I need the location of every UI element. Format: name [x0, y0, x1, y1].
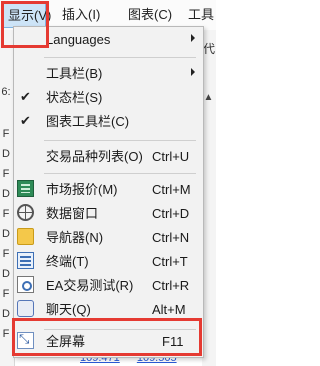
- submenu-arrow-icon: [191, 34, 195, 42]
- menu-item-terminal[interactable]: 终端(T) Ctrl+T: [14, 250, 203, 274]
- menu-charts[interactable]: 图表(C): [128, 5, 172, 25]
- menu-item-label: 工具栏(B): [46, 66, 103, 81]
- background-char: F: [2, 208, 10, 220]
- checkmark-icon: ✔: [20, 113, 31, 128]
- navigator-icon: [17, 228, 34, 245]
- menu-item-label: 导航器(N): [46, 230, 104, 245]
- background-char: F: [2, 248, 10, 260]
- menu-item-label: 交易品种列表(O): [46, 149, 143, 164]
- menu-item-symbols[interactable]: 交易品种列表(O) Ctrl+U: [14, 145, 203, 169]
- menu-item-shortcut: Ctrl+D: [152, 206, 190, 221]
- fullscreen-highlight-box: [12, 318, 202, 356]
- menu-separator: [44, 140, 196, 141]
- menu-item-charts-toolbar[interactable]: ✔ 图表工具栏(C): [14, 110, 203, 134]
- menu-item-label: Languages: [46, 32, 111, 47]
- menu-insert[interactable]: 插入(I): [62, 5, 100, 25]
- menu-item-toolbars[interactable]: 工具栏(B): [14, 62, 203, 86]
- menu-item-label: 市场报价(M): [46, 182, 118, 197]
- menu-tools[interactable]: 工具: [188, 5, 214, 25]
- menu-item-shortcut: Ctrl+T: [152, 254, 188, 269]
- background-char: D: [2, 268, 10, 280]
- background-char: F: [2, 168, 10, 180]
- background-char: 6:: [1, 86, 11, 98]
- menu-item-shortcut: Ctrl+U: [152, 149, 190, 164]
- background-char: D: [2, 148, 10, 160]
- menu-item-label: 数据窗口: [46, 206, 99, 221]
- background-char: D: [2, 188, 10, 200]
- menu-item-navigator[interactable]: 导航器(N) Ctrl+N: [14, 226, 203, 250]
- view-menu-highlight-box: [1, 1, 49, 48]
- menu-item-label: 状态栏(S): [46, 90, 103, 105]
- strategy-tester-icon: [17, 276, 34, 293]
- background-char: D: [2, 308, 10, 320]
- menu-item-shortcut: Alt+M: [152, 302, 186, 317]
- terminal-icon: [17, 252, 34, 269]
- menu-item-strategy-tester[interactable]: EA交易测试(R) Ctrl+R: [14, 274, 203, 298]
- menu-item-data-window[interactable]: 数据窗口 Ctrl+D: [14, 202, 203, 226]
- menu-item-shortcut: Ctrl+M: [152, 182, 191, 197]
- background-char: D: [2, 228, 10, 240]
- market-watch-icon: [17, 180, 34, 197]
- menu-item-shortcut: Ctrl+R: [152, 278, 190, 293]
- background-right-panel: 代 ▲: [202, 30, 216, 366]
- menu-item-market-watch[interactable]: 市场报价(M) Ctrl+M: [14, 178, 203, 202]
- submenu-arrow-icon: [191, 68, 195, 76]
- menu-item-status-bar[interactable]: ✔ 状态栏(S): [14, 86, 203, 110]
- background-char: F: [2, 328, 10, 340]
- menu-item-label: 聊天(Q): [46, 302, 91, 317]
- checkmark-icon: ✔: [20, 89, 31, 104]
- menu-item-shortcut: Ctrl+N: [152, 230, 190, 245]
- chat-icon: [17, 300, 34, 317]
- data-window-icon: [17, 204, 34, 221]
- menu-item-label: 图表工具栏(C): [46, 114, 130, 129]
- view-dropdown-menu: Languages 工具栏(B) ✔ 状态栏(S) ✔ 图表工具栏(C) 交易品…: [13, 26, 204, 358]
- menu-item-label: EA交易测试(R): [46, 278, 134, 293]
- menu-separator: [44, 173, 196, 174]
- background-char: F: [2, 288, 10, 300]
- menu-separator: [44, 57, 196, 58]
- menu-item-label: 终端(T): [46, 254, 89, 269]
- background-char: F: [2, 128, 10, 140]
- background-char: 代: [202, 42, 215, 56]
